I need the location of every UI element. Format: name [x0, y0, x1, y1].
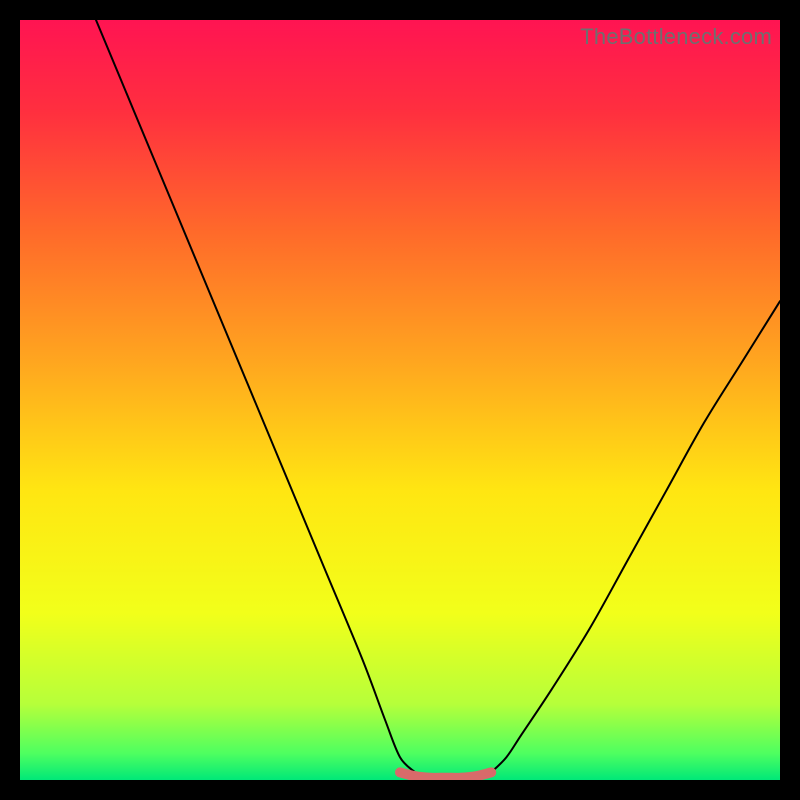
watermark-text: TheBottleneck.com: [580, 24, 772, 50]
bottleneck-chart: [20, 20, 780, 780]
chart-frame: TheBottleneck.com: [20, 20, 780, 780]
series-floor-marker: [400, 772, 491, 777]
gradient-background: [20, 20, 780, 780]
